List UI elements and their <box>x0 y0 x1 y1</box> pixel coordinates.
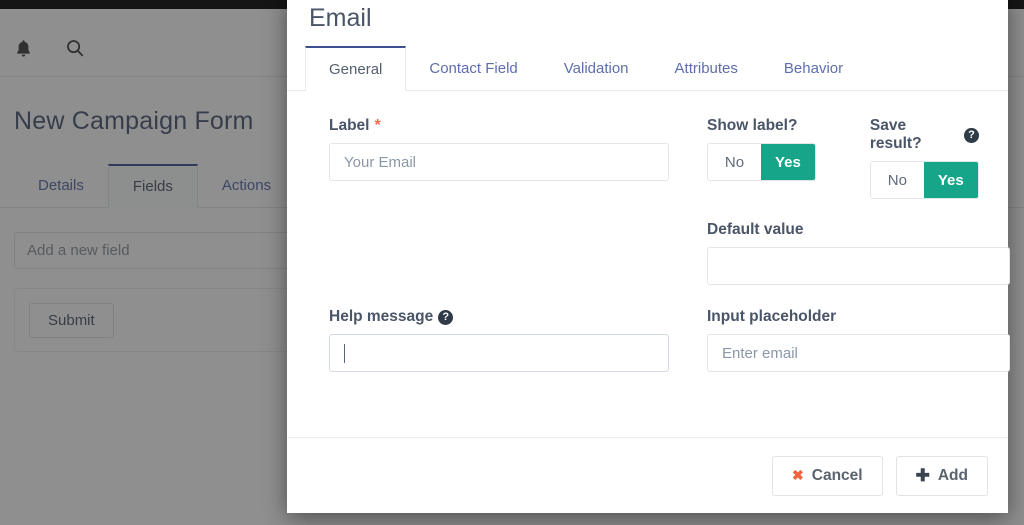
show-label-option-no[interactable]: No <box>708 144 761 180</box>
save-result-option-no[interactable]: No <box>870 162 924 198</box>
label-input[interactable]: Your Email <box>329 143 669 181</box>
modal-tabbar: General Contact Field Validation Attribu… <box>287 46 1008 91</box>
tab-attributes[interactable]: Attributes <box>652 46 761 90</box>
label-input-value: Your Email <box>344 153 416 171</box>
help-circle-icon[interactable]: ? <box>964 127 979 143</box>
default-value-title: Default value <box>707 221 804 238</box>
input-placeholder-label: Input placeholder <box>707 308 1010 326</box>
cancel-button[interactable]: ✖ Cancel <box>772 455 883 496</box>
field-settings-modal: Email General Contact Field Validation A… <box>287 0 1010 513</box>
default-value-label: Default value <box>707 221 1010 239</box>
input-placeholder-input[interactable]: Enter email <box>707 334 1010 372</box>
cancel-button-label: Cancel <box>811 466 863 484</box>
form-row-2: Default value <box>329 221 1010 285</box>
save-result-label: Save result? ? <box>870 117 979 153</box>
tab-behavior[interactable]: Behavior <box>761 46 866 90</box>
show-label-option-yes[interactable]: Yes <box>761 144 815 180</box>
form-row-3: Help message ? Input placeholder Enter e… <box>329 308 1010 372</box>
row-2-spacer <box>329 221 669 285</box>
label-field-group: Label * Your Email <box>329 117 669 199</box>
default-value-input[interactable] <box>707 247 1010 285</box>
help-message-label: Help message ? <box>329 308 669 326</box>
add-button-label: Add <box>937 466 968 484</box>
tab-general[interactable]: General <box>305 46 407 91</box>
text-cursor <box>344 343 345 363</box>
save-result-group: Save result? ? No Yes <box>869 117 979 199</box>
save-result-option-yes[interactable]: Yes <box>923 162 978 198</box>
save-result-title: Save result? <box>869 117 922 152</box>
input-placeholder-value: Enter email <box>722 344 798 362</box>
input-placeholder-title: Input placeholder <box>707 308 837 325</box>
tab-contact-field[interactable]: Contact Field <box>406 46 540 90</box>
add-button[interactable]: ✚ Add <box>895 455 988 496</box>
help-message-title: Help message <box>329 308 434 325</box>
modal-title: Email <box>309 4 372 32</box>
modal-body: Label * Your Email Show label? No Yes Sa… <box>287 91 1010 437</box>
input-placeholder-group: Input placeholder Enter email <box>707 308 1010 372</box>
show-label-toggle[interactable]: No Yes <box>707 143 816 181</box>
close-icon: ✖ <box>792 467 804 483</box>
save-result-toggle[interactable]: No Yes <box>869 161 979 199</box>
toggles-group: Show label? No Yes Save result? ? No Yes <box>707 117 979 199</box>
screen: New Campaign Form Details Fields Actions… <box>0 0 1024 525</box>
help-circle-icon[interactable]: ? <box>438 309 454 325</box>
tab-validation[interactable]: Validation <box>541 46 652 90</box>
required-marker: * <box>374 117 381 134</box>
help-message-input[interactable] <box>329 334 669 372</box>
show-label-group: Show label? No Yes <box>707 117 816 199</box>
show-label-title: Show label? <box>707 117 798 134</box>
label-field-title: Label <box>329 117 370 134</box>
help-message-group: Help message ? <box>329 308 669 372</box>
default-value-group: Default value <box>707 221 1010 285</box>
modal-header: Email <box>287 0 1008 46</box>
show-label-label: Show label? <box>707 117 816 135</box>
modal-footer: ✖ Cancel ✚ Add <box>287 437 1008 513</box>
form-row-1: Label * Your Email Show label? No Yes Sa… <box>329 117 979 199</box>
plus-icon: ✚ <box>915 465 930 485</box>
label-field-label: Label * <box>329 117 669 135</box>
